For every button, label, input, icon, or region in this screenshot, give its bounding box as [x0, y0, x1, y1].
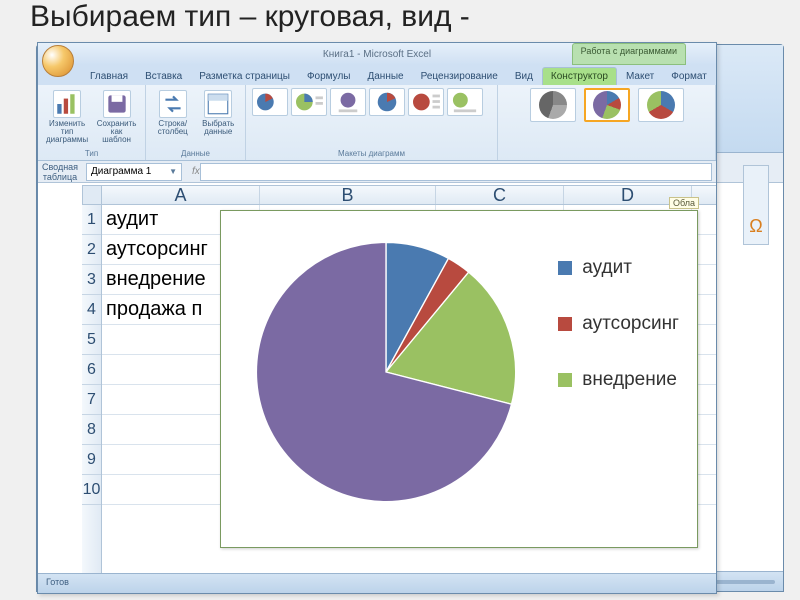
legend-item-1[interactable]: аутсорсинг [558, 313, 679, 335]
chart-layout-2[interactable] [291, 88, 327, 116]
select-data-button[interactable]: Выбрать данные [198, 88, 240, 138]
row-8[interactable]: 8 [82, 415, 101, 445]
tab-design[interactable]: Конструктор [542, 67, 617, 85]
name-box-value: Диаграмма 1 [91, 166, 151, 177]
row-3[interactable]: 3 [82, 265, 101, 295]
chart-type-icon [53, 90, 81, 118]
switch-row-column-button[interactable]: Строка/столбец [152, 88, 194, 138]
legend-swatch-icon [558, 317, 572, 331]
pie-icon [539, 91, 567, 119]
row-headers: 1 2 3 4 5 6 7 8 9 10 [82, 205, 102, 573]
pie-icon [647, 91, 675, 119]
column-headers: A B C D [102, 185, 716, 205]
tab-formulas[interactable]: Формулы [299, 68, 359, 85]
title-bar: Книга1 - Microsoft Excel Работа с диагра… [38, 43, 716, 65]
select-data-icon [204, 90, 232, 118]
legend-item-0[interactable]: аудит [558, 257, 679, 279]
tab-format[interactable]: Формат [663, 68, 715, 85]
name-box[interactable]: Диаграмма 1 ▼ [86, 163, 182, 181]
ribbon-tabs: Главная Вставка Разметка страницы Формул… [38, 65, 716, 85]
chart-legend[interactable]: аудит аутсорсинг внедрение [558, 257, 679, 425]
switch-rowcol-icon [159, 90, 187, 118]
legend-swatch-icon [558, 261, 572, 275]
embedded-pie-chart[interactable]: Обла аудит аутсорсинг внедрение [220, 210, 698, 548]
legend-swatch-icon [558, 373, 572, 387]
office-button[interactable] [42, 45, 74, 77]
chart-tooltip-label: Обла [669, 197, 699, 209]
status-bar: Готов [38, 573, 716, 593]
chart-style-3[interactable] [638, 88, 684, 122]
chart-layout-1[interactable] [252, 88, 288, 116]
fx-label[interactable]: fx [192, 166, 200, 177]
row-4[interactable]: 4 [82, 295, 101, 325]
slide-title: Выбираем тип – круговая, вид - [30, 0, 470, 34]
pivot-side-label: Сводная таблица [38, 162, 82, 182]
row-6[interactable]: 6 [82, 355, 101, 385]
tab-pagelayout[interactable]: Разметка страницы [191, 68, 298, 85]
row-10[interactable]: 10 [82, 475, 101, 505]
pie-icon [593, 91, 621, 119]
tab-layout[interactable]: Макет [618, 68, 662, 85]
tab-review[interactable]: Рецензирование [413, 68, 506, 85]
chevron-down-icon[interactable]: ▼ [169, 167, 177, 176]
window-title: Книга1 - Microsoft Excel [323, 49, 431, 60]
row-9[interactable]: 9 [82, 445, 101, 475]
change-chart-type-button[interactable]: Изменить тип диаграммы [44, 88, 90, 146]
col-B[interactable]: B [260, 186, 436, 204]
col-A[interactable]: A [102, 186, 260, 204]
row-2[interactable]: 2 [82, 235, 101, 265]
formula-bar[interactable] [200, 163, 712, 181]
chart-layout-3[interactable] [330, 88, 366, 116]
chart-layout-4[interactable] [369, 88, 405, 116]
tab-insert[interactable]: Вставка [137, 68, 190, 85]
symbol-omega[interactable]: Ω [743, 165, 769, 245]
chart-style-1[interactable] [530, 88, 576, 122]
legend-item-2[interactable]: внедрение [558, 369, 679, 391]
ribbon: Изменить тип диаграммы Сохранить как шаб… [38, 85, 716, 161]
formula-bar-row: Сводная таблица Диаграмма 1 ▼ fx [38, 161, 716, 183]
pie-plot-area[interactable] [251, 237, 521, 507]
chart-layout-5[interactable] [408, 88, 444, 116]
row-1[interactable]: 1 [82, 205, 101, 235]
chart-tools-context-label: Работа с диаграммами [572, 43, 686, 65]
tab-home[interactable]: Главная [82, 68, 136, 85]
ribbon-group-type: Изменить тип диаграммы Сохранить как шаб… [38, 85, 146, 160]
col-C[interactable]: C [436, 186, 564, 204]
ribbon-group-styles [498, 85, 716, 160]
row-7[interactable]: 7 [82, 385, 101, 415]
ribbon-group-data: Строка/столбец Выбрать данные Данные [146, 85, 246, 160]
row-5[interactable]: 5 [82, 325, 101, 355]
tab-data[interactable]: Данные [359, 68, 411, 85]
save-template-icon [103, 90, 131, 118]
select-all-corner[interactable] [82, 185, 102, 205]
tab-view[interactable]: Вид [507, 68, 541, 85]
ribbon-group-layouts: Макеты диаграмм [246, 85, 498, 160]
chart-style-2[interactable] [584, 88, 630, 122]
chart-layout-6[interactable] [447, 88, 483, 116]
pie-svg [251, 237, 521, 507]
save-as-template-button[interactable]: Сохранить как шаблон [94, 88, 139, 146]
